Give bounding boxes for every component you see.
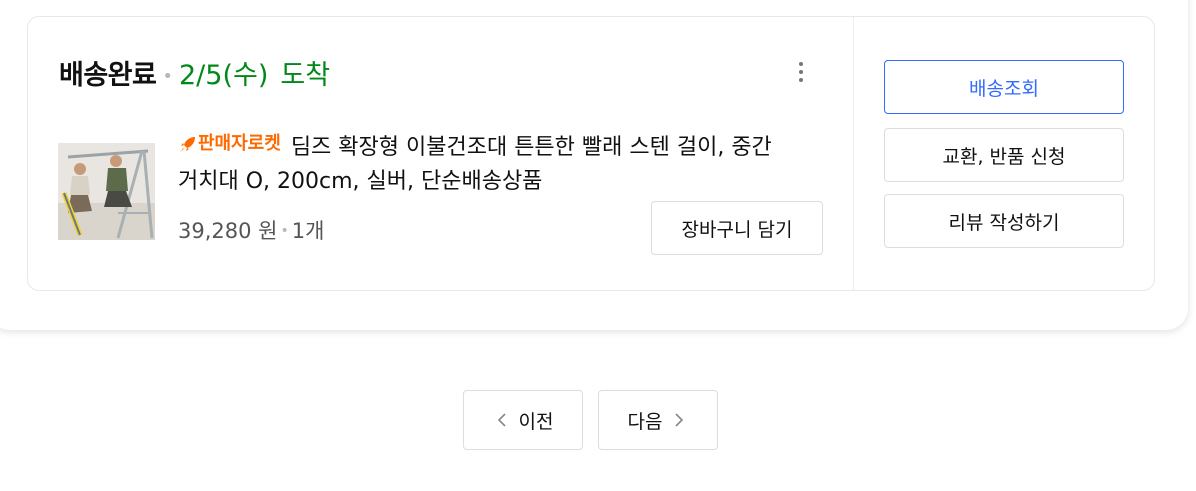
product-info: 판매자로켓 딤즈 확장형 이불건조대 튼튼한 빨래 스텐 걸이, 중간 거치대 …	[178, 127, 838, 199]
arrival-text: 도착	[280, 60, 331, 91]
exchange-return-button[interactable]: 교환, 반품 신청	[884, 128, 1124, 182]
separator-dot: •	[280, 223, 289, 239]
rocket-icon	[180, 137, 195, 152]
chevron-right-icon	[675, 413, 684, 427]
price-row: 39,280 원 • 1개	[178, 215, 324, 245]
more-vertical-icon[interactable]	[788, 57, 814, 87]
order-card: 배송완료 • 2/5(수) 도착 판매자로켓 딤즈 확장형 이불건조대 튼튼한 …	[27, 16, 1155, 291]
product-name-line[interactable]: 판매자로켓 딤즈 확장형 이불건조대 튼튼한 빨래 스텐 걸이, 중간 거치대 …	[178, 127, 838, 199]
delivery-date: 2/5(수)	[179, 60, 269, 91]
separator-dot: •	[162, 66, 173, 87]
next-page-button[interactable]: 다음	[598, 390, 718, 450]
add-to-cart-button[interactable]: 장바구니 담기	[651, 201, 823, 255]
order-detail-pane: 배송완료 • 2/5(수) 도착 판매자로켓 딤즈 확장형 이불건조대 튼튼한 …	[28, 17, 854, 290]
track-delivery-button[interactable]: 배송조회	[884, 60, 1124, 114]
product-thumbnail[interactable]	[58, 143, 155, 240]
chevron-left-icon	[497, 413, 506, 427]
seller-rocket-badge: 판매자로켓	[178, 127, 281, 161]
product-quantity: 1개	[291, 219, 325, 243]
delivery-status-row: 배송완료 • 2/5(수) 도착	[59, 53, 330, 92]
prev-page-button[interactable]: 이전	[463, 390, 583, 450]
write-review-button[interactable]: 리뷰 작성하기	[884, 194, 1124, 248]
prev-page-label: 이전	[518, 410, 554, 433]
delivery-status: 배송완료	[59, 60, 157, 91]
next-page-label: 다음	[627, 410, 663, 433]
seller-badge-text: 판매자로켓	[198, 133, 281, 154]
product-price: 39,280 원	[178, 219, 278, 243]
